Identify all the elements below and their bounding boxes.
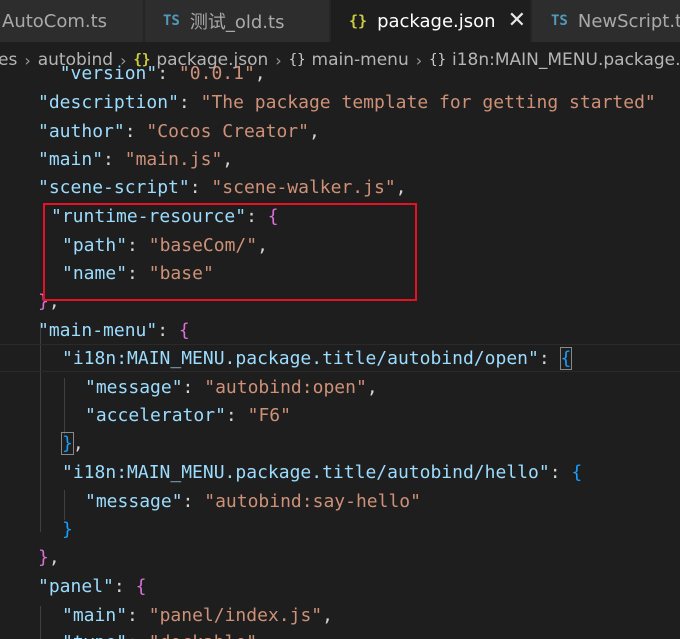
indent-guide <box>64 378 65 434</box>
code-line: "panel": { <box>38 576 147 597</box>
typescript-file-icon: TS <box>551 13 568 29</box>
typescript-file-icon: TS <box>163 13 180 29</box>
code-line: "version": "0.0.1", <box>59 63 266 84</box>
tab-package-json[interactable]: {} package.json ✕ <box>331 0 531 42</box>
code-line: }, <box>38 547 60 568</box>
code-editor[interactable]: "version": "0.0.1", "description": "The … <box>0 62 680 639</box>
code-line: "description": "The package template for… <box>38 92 656 113</box>
code-line: "name": "base" <box>62 263 214 284</box>
code-line: "i18n:MAIN_MENU.package.title/autobind/h… <box>62 462 583 483</box>
code-line: "message": "autobind:open", <box>85 377 378 398</box>
code-line: }, <box>38 291 60 312</box>
code-line: "author": "Cocos Creator", <box>38 121 320 142</box>
json-file-icon: {} <box>349 12 368 30</box>
code-line: "runtime-resource": { <box>51 206 279 227</box>
code-line: } <box>62 519 73 540</box>
indent-guide <box>40 606 41 639</box>
code-line: "i18n:MAIN_MENU.package.title/autobind/o… <box>62 347 573 370</box>
tab-label: 测试_old.ts <box>189 12 285 33</box>
tab-newscript[interactable]: TS NewScript.ts <box>532 0 680 42</box>
code-line: "main": "main.js", <box>38 149 234 170</box>
code-line: "scene-script": "scene-walker.js", <box>38 177 407 198</box>
code-line: }, <box>61 432 84 455</box>
tab-test-old[interactable]: TS 测试_old.ts <box>145 0 330 42</box>
tab-autocom[interactable]: AutoCom.ts <box>0 0 144 42</box>
code-line: "message": "autobind:say-hello" <box>85 491 421 512</box>
tab-label: NewScript.ts <box>577 10 680 32</box>
tab-bar: AutoCom.ts TS 测试_old.ts {} package.json … <box>0 0 680 42</box>
code-line: "main": "panel/index.js", <box>62 605 333 626</box>
close-icon[interactable]: ✕ <box>508 10 526 32</box>
code-line: "type": "dockable", <box>62 629 268 639</box>
code-line: "accelerator": "F6" <box>85 405 291 426</box>
tab-label: AutoCom.ts <box>2 10 108 32</box>
code-line: "path": "baseCom/", <box>62 235 268 256</box>
code-line: "main-menu": { <box>38 320 190 341</box>
tab-label: package.json <box>377 10 496 32</box>
